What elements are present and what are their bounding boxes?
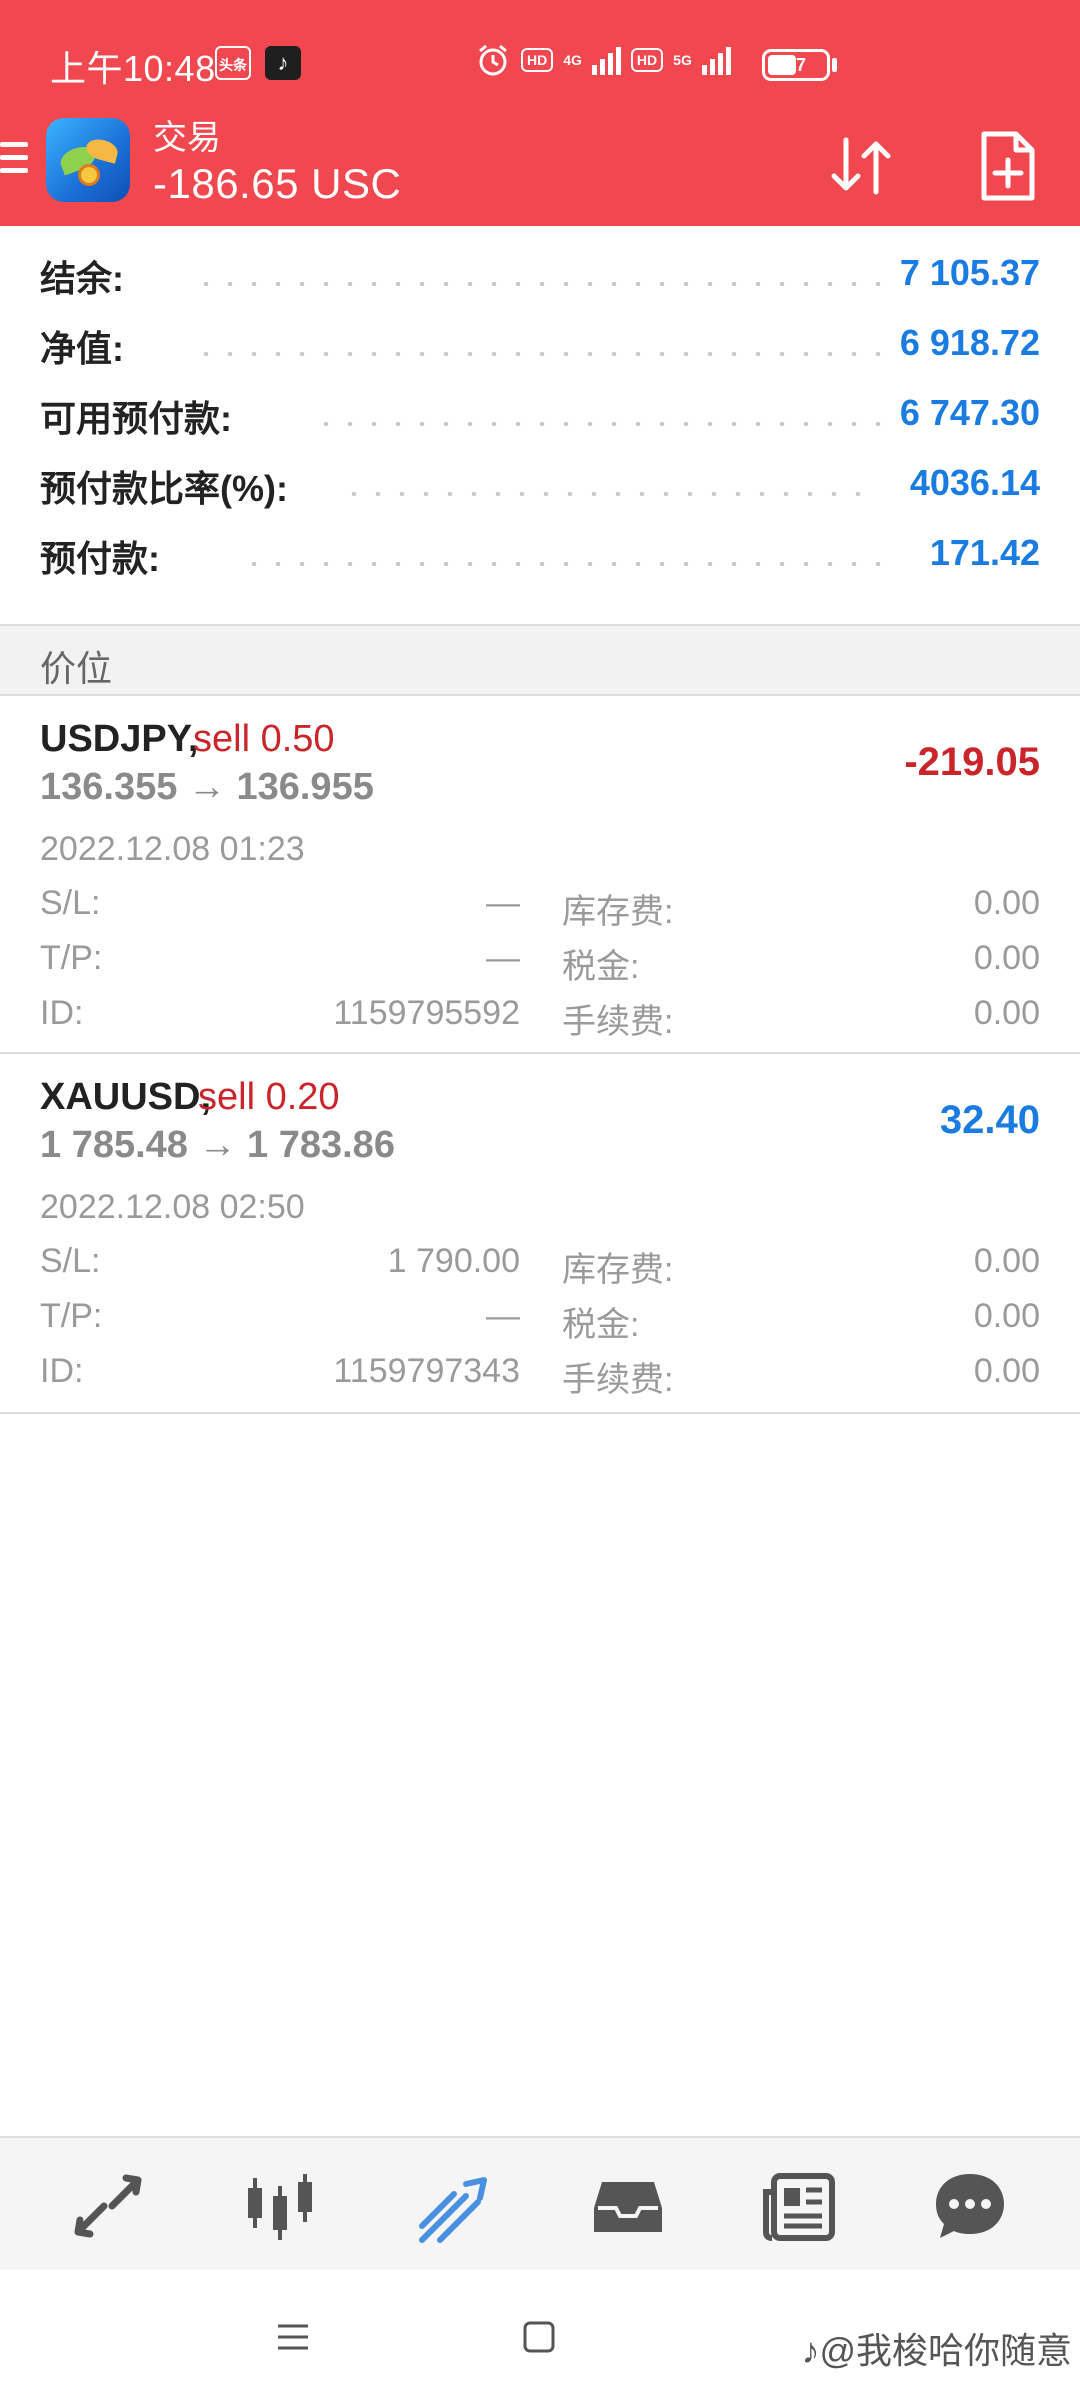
sort-icon[interactable]: [822, 126, 902, 206]
id-value: 1159795592: [333, 994, 520, 1032]
position-detail-row: T/P: — 税金: 0.00: [0, 939, 1080, 989]
fee-label: 手续费:: [562, 1003, 674, 1041]
bottom-nav: [0, 2136, 1080, 2270]
new-order-icon[interactable]: [968, 126, 1048, 206]
summary-label: 可用预付款:: [40, 390, 242, 442]
summary-row-margin-level: 预付款比率(%): 4036.14: [0, 450, 1080, 520]
watermark: ♪@我梭哈你随意: [801, 2330, 1072, 2371]
summary-label: 结余:: [40, 250, 134, 302]
summary-label: 预付款比率(%):: [40, 460, 298, 512]
id-label: ID:: [40, 1352, 84, 1390]
tp-label: T/P:: [40, 1297, 103, 1335]
battery-level: 47: [785, 55, 807, 75]
fee-value: 0.00: [973, 1352, 1040, 1390]
menu-nav-icon[interactable]: [268, 2312, 318, 2362]
sl-value: 1 790.00: [387, 1242, 520, 1280]
system-nav-bar: ♪@我梭哈你随意: [0, 2270, 1080, 2400]
chat-icon[interactable]: [930, 2166, 1010, 2246]
history-icon[interactable]: [588, 2166, 668, 2246]
news-icon[interactable]: [760, 2166, 840, 2246]
alarm-icon: [479, 44, 507, 76]
tax-label: 税金:: [562, 1306, 640, 1344]
position-detail-row: S/L: — 库存费: 0.00: [0, 884, 1080, 934]
sl-value: —: [486, 884, 520, 922]
status-time: 上午10:48: [50, 48, 216, 89]
swap-value: 0.00: [973, 884, 1040, 922]
position-row[interactable]: USDJPY, sell 0.50 136.355 → 136.955 -219…: [0, 696, 1080, 1054]
position-detail-row: ID: 1159797343 手续费: 0.00: [0, 1352, 1080, 1402]
sl-label: S/L:: [40, 884, 101, 922]
fee-label: 手续费:: [562, 1361, 674, 1399]
positions-section-header: 价位: [0, 624, 1080, 696]
position-time: 2022.12.08 01:23: [40, 830, 305, 868]
tiktok-icon: ♪: [265, 46, 301, 80]
position-time: 2022.12.08 02:50: [40, 1188, 305, 1226]
position-prices: 1 785.48 → 1 783.86: [40, 1124, 395, 1166]
swap-label: 库存费:: [562, 1251, 674, 1289]
summary-value: 4036.14: [909, 462, 1040, 503]
summary-row-margin: 预付款: 171.42: [0, 520, 1080, 590]
battery-icon: 47: [762, 49, 830, 81]
swap-label: 库存费:: [562, 893, 674, 931]
hd-badge-2: HD: [630, 48, 664, 72]
summary-label: 净值:: [40, 320, 134, 372]
summary-row-equity: 净值: 6 918.72: [0, 310, 1080, 380]
position-symbol: USDJPY,: [40, 718, 199, 760]
sl-label: S/L:: [40, 1242, 101, 1280]
chart-icon[interactable]: [240, 2166, 320, 2246]
swap-value: 0.00: [973, 1242, 1040, 1280]
network-5g: 5G: [673, 52, 692, 68]
position-profit: 32.40: [939, 1098, 1040, 1142]
section-title: 价位: [40, 648, 113, 689]
hd-badge-1: HD: [521, 48, 554, 72]
summary-value: 6 918.72: [899, 322, 1040, 363]
toutiao-icon: 头条: [215, 46, 251, 80]
position-side: sell 0.50: [193, 718, 335, 760]
position-detail-row: ID: 1159795592 手续费: 0.00: [0, 994, 1080, 1044]
id-value: 1159797343: [333, 1352, 520, 1390]
app-header: 上午10:48 头条 ♪ HD 4G HD 5G 47 交易 -186.65 U…: [0, 0, 1080, 226]
floating-profit: -186.65 USC: [153, 160, 402, 207]
position-detail-row: S/L: 1 790.00 库存费: 0.00: [0, 1242, 1080, 1292]
position-profit: -219.05: [904, 740, 1040, 784]
trade-icon[interactable]: [414, 2166, 494, 2246]
position-row[interactable]: XAUUSD, sell 0.20 1 785.48 → 1 783.86 32…: [0, 1054, 1080, 1414]
position-detail-row: T/P: — 税金: 0.00: [0, 1297, 1080, 1347]
menu-icon[interactable]: [0, 142, 28, 181]
summary-value: 7 105.37: [899, 252, 1040, 293]
summary-label: 预付款:: [40, 530, 170, 582]
position-side: sell 0.20: [198, 1076, 340, 1118]
tp-value: —: [486, 939, 520, 977]
metatrader-logo: [46, 118, 130, 202]
status-bar: 上午10:48 头条 ♪ HD 4G HD 5G 47: [0, 0, 1080, 100]
summary-row-balance: 结余: 7 105.37: [0, 240, 1080, 310]
tax-value: 0.00: [973, 1297, 1040, 1335]
position-symbol: XAUUSD,: [40, 1076, 212, 1118]
summary-row-free-margin: 可用预付款: 6 747.30: [0, 380, 1080, 450]
home-nav-icon[interactable]: [514, 2312, 564, 2362]
tp-label: T/P:: [40, 939, 103, 977]
fee-value: 0.00: [973, 994, 1040, 1032]
summary-value: 171.42: [929, 532, 1040, 573]
id-label: ID:: [40, 994, 84, 1032]
status-icons: HD 4G HD 5G: [475, 40, 731, 80]
network-4g: 4G: [563, 52, 582, 68]
summary-value: 6 747.30: [899, 392, 1040, 433]
signal-icon-1: [591, 45, 621, 75]
signal-icon-2: [701, 45, 731, 75]
page-title: 交易: [153, 119, 221, 157]
tax-value: 0.00: [973, 939, 1040, 977]
tax-label: 税金:: [562, 948, 640, 986]
quotes-icon[interactable]: [68, 2166, 148, 2246]
position-prices: 136.355 → 136.955: [40, 766, 374, 808]
tp-value: —: [486, 1297, 520, 1335]
